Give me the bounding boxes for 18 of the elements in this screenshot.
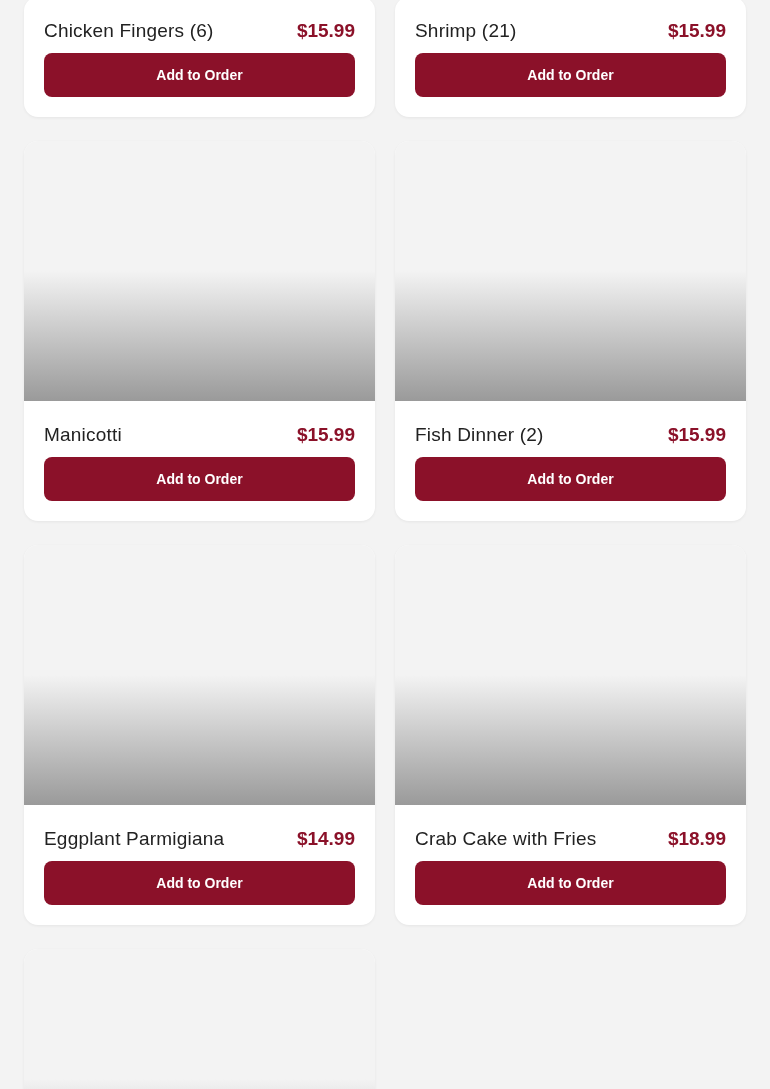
- item-name: Manicotti: [44, 424, 122, 446]
- item-price: $15.99: [296, 424, 355, 446]
- item-name: Chicken Fingers (6): [44, 20, 214, 42]
- add-to-order-button[interactable]: Add to Order: [415, 53, 726, 97]
- item-name: Fish Dinner (2): [415, 424, 544, 446]
- item-name: Eggplant Parmigiana: [44, 828, 225, 850]
- add-to-order-button[interactable]: Add to Order: [44, 861, 355, 905]
- item-name: Crab Cake with Fries: [415, 828, 597, 850]
- item-price: $18.99: [667, 828, 726, 850]
- item-price: $15.99: [296, 20, 355, 42]
- item-price: $14.99: [296, 828, 355, 850]
- add-to-order-button[interactable]: Add to Order: [44, 53, 355, 97]
- add-to-order-button[interactable]: Add to Order: [44, 457, 355, 501]
- add-to-order-button[interactable]: Add to Order: [415, 861, 726, 905]
- item-price: $15.99: [667, 424, 726, 446]
- add-to-order-button[interactable]: Add to Order: [415, 457, 726, 501]
- item-name: Shrimp (21): [415, 20, 517, 42]
- item-price: $15.99: [667, 20, 726, 42]
